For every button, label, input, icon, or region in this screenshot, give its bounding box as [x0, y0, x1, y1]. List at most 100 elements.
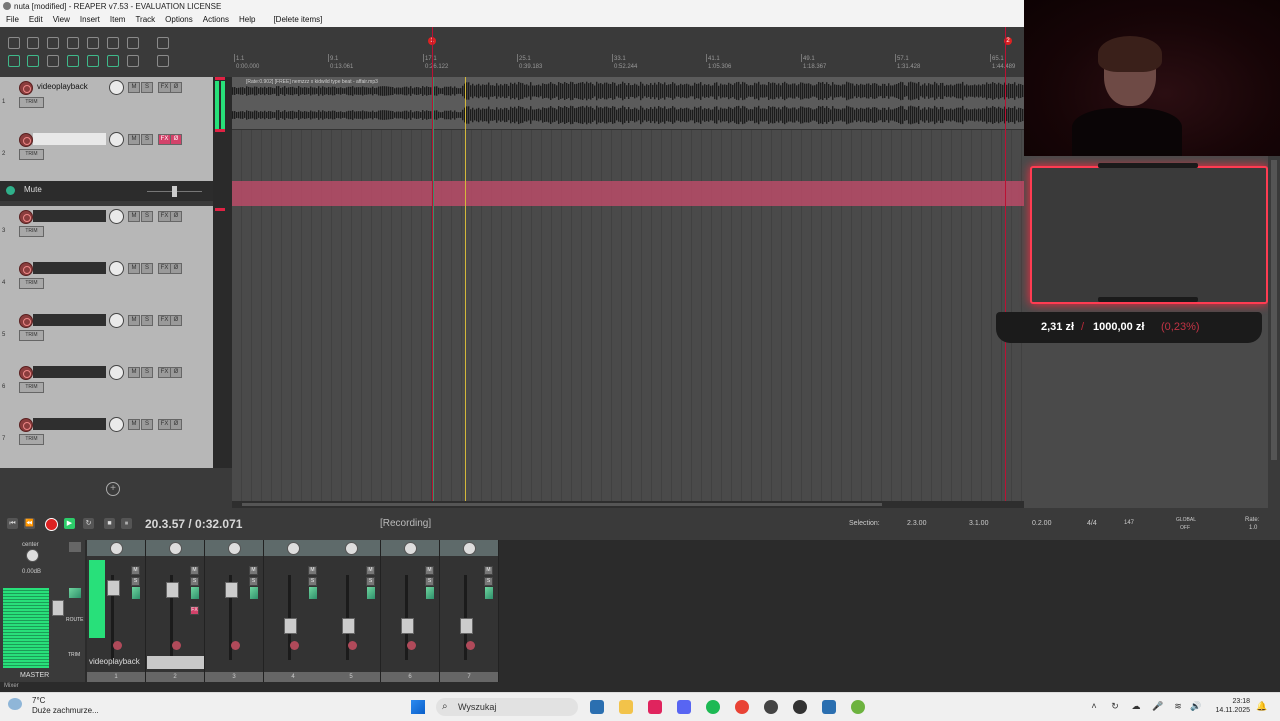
track-name[interactable]: [33, 366, 106, 378]
menu-track[interactable]: Track: [135, 15, 155, 24]
tiktok-icon[interactable]: [648, 700, 662, 714]
record-icon[interactable]: [45, 518, 58, 531]
ripple-edit-icon[interactable]: [8, 55, 20, 67]
play-icon[interactable]: ▶: [64, 518, 75, 529]
lock-icon[interactable]: [127, 55, 139, 67]
notepad-icon[interactable]: [822, 700, 836, 714]
master-fx-icon[interactable]: [69, 588, 81, 598]
record-arm-button[interactable]: [290, 641, 299, 650]
spotify-icon[interactable]: [706, 700, 720, 714]
project-settings-icon[interactable]: [67, 37, 79, 49]
file-explorer-icon[interactable]: [619, 700, 633, 714]
pan-knob[interactable]: [110, 542, 123, 555]
record-arm-button[interactable]: [19, 366, 33, 380]
open-project-icon[interactable]: [27, 37, 39, 49]
fx-slot-icon[interactable]: [191, 587, 199, 599]
fx-slot-icon[interactable]: [250, 587, 258, 599]
record-arm-button[interactable]: [466, 641, 475, 650]
volume-fader[interactable]: [225, 582, 238, 598]
pan-knob[interactable]: [169, 542, 182, 555]
mixer-tab[interactable]: Mixer: [4, 683, 19, 689]
snap-icon[interactable]: [67, 55, 79, 67]
obs-icon[interactable]: [764, 700, 778, 714]
menu-file[interactable]: File: [6, 15, 19, 24]
volume-fader[interactable]: [401, 618, 414, 634]
phase-button[interactable]: Ø: [170, 82, 182, 93]
strip-name[interactable]: videoplayback: [89, 657, 147, 668]
solo-button[interactable]: S: [141, 315, 153, 326]
fx-slot-icon[interactable]: [367, 587, 375, 599]
mute-button[interactable]: M: [128, 263, 140, 274]
toolbar-blank-icon[interactable]: [157, 37, 169, 49]
volume-fader[interactable]: [342, 618, 355, 634]
pan-knob[interactable]: [404, 542, 417, 555]
grid-lines-icon[interactable]: [87, 55, 99, 67]
track-1[interactable]: 1 videoplayback M S FX Ø TRIM: [0, 77, 213, 130]
trim-button[interactable]: TRIM: [19, 97, 44, 108]
mute-button[interactable]: M: [128, 134, 140, 145]
record-arm-button[interactable]: [407, 641, 416, 650]
trim-button[interactable]: TRIM: [19, 330, 44, 341]
record-arm-button[interactable]: [231, 641, 240, 650]
volume-knob[interactable]: [109, 80, 124, 95]
phase-button[interactable]: Ø: [170, 315, 182, 326]
redo-icon[interactable]: [107, 37, 119, 49]
solo-button[interactable]: S: [141, 211, 153, 222]
new-project-icon[interactable]: [8, 37, 20, 49]
taskbar-search[interactable]: ⌕ Wyszukaj: [436, 698, 578, 716]
undo-icon[interactable]: [87, 37, 99, 49]
master-route-label[interactable]: ROUTE: [66, 617, 84, 623]
mute-button[interactable]: M: [425, 566, 434, 575]
record-arm-button[interactable]: [19, 81, 33, 95]
selection-length[interactable]: 0.2.00: [1032, 520, 1051, 527]
fx-slot-icon[interactable]: [132, 587, 140, 599]
trim-button[interactable]: TRIM: [19, 434, 44, 445]
solo-button[interactable]: S: [484, 577, 493, 586]
track-3[interactable]: 3 M S FX Ø TRIM: [0, 206, 213, 259]
mute-button[interactable]: M: [128, 82, 140, 93]
timeline-ruler[interactable]: 1 2 1.10:00.000 9.10:13.061 17.10:26.122…: [232, 27, 1024, 77]
menu-delete-items[interactable]: [Delete items]: [273, 15, 322, 24]
save-project-icon[interactable]: [47, 37, 59, 49]
envelope-icon[interactable]: [6, 186, 15, 195]
loop-icon[interactable]: [107, 55, 119, 67]
mixer-strip-4[interactable]: M S 4: [264, 540, 323, 682]
solo-button[interactable]: S: [141, 82, 153, 93]
record-arm-button[interactable]: [172, 641, 181, 650]
mixer-strip-3[interactable]: M S 3: [205, 540, 264, 682]
pan-knob[interactable]: [228, 542, 241, 555]
track-name[interactable]: [33, 210, 106, 222]
mute-button[interactable]: M: [190, 566, 199, 575]
mute-button[interactable]: M: [484, 566, 493, 575]
mixer-strip-6[interactable]: M S 6: [381, 540, 440, 682]
weather-condition[interactable]: Duże zachmurze...: [32, 706, 99, 715]
add-track-icon[interactable]: +: [106, 482, 120, 496]
mute-envelope-row[interactable]: Mute: [0, 181, 213, 201]
track-name[interactable]: [33, 418, 106, 430]
mixer-strip-5[interactable]: M S 5: [322, 540, 381, 682]
metronome-icon[interactable]: [127, 37, 139, 49]
fx-button[interactable]: FX: [190, 606, 199, 615]
loop-icon[interactable]: ↻: [83, 518, 94, 529]
track-name[interactable]: videoplayback: [33, 81, 106, 93]
task-view-icon[interactable]: [590, 700, 604, 714]
mute-envelope-lane[interactable]: [232, 181, 1024, 206]
pan-knob[interactable]: [287, 542, 300, 555]
notification-bell-icon[interactable]: 🔔: [1256, 701, 1267, 711]
master-strip[interactable]: ROUTE TRIM: [0, 540, 85, 682]
pause-icon[interactable]: ⏸: [121, 518, 132, 529]
volume-knob[interactable]: [109, 313, 124, 328]
chatgpt-icon[interactable]: [793, 700, 807, 714]
fx-slot-icon[interactable]: [485, 587, 493, 599]
bpm[interactable]: 147: [1124, 520, 1134, 526]
tray-volume-icon[interactable]: 🔊: [1190, 701, 1201, 711]
volume-fader[interactable]: [284, 618, 297, 634]
master-mono-icon[interactable]: [69, 542, 81, 552]
time-display[interactable]: 20.3.57 / 0:32.071: [145, 517, 242, 531]
volume-knob[interactable]: [109, 132, 124, 147]
tray-mic-icon[interactable]: 🎤: [1152, 701, 1163, 711]
scrollbar-thumb[interactable]: [242, 503, 882, 506]
tray-chevron-icon[interactable]: ˄: [1089, 701, 1099, 711]
master-fader[interactable]: [52, 600, 64, 616]
track-name[interactable]: [33, 262, 106, 274]
